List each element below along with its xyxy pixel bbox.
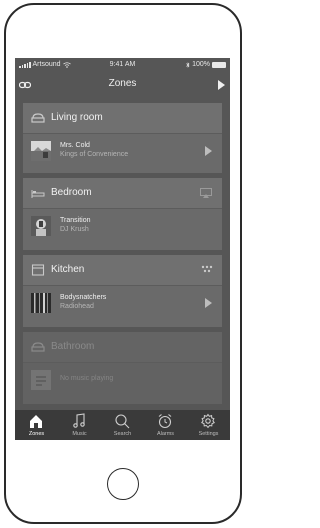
battery-icon	[212, 61, 226, 68]
battery-percent: 100%	[192, 61, 210, 68]
zone-name: Bedroom	[51, 187, 92, 198]
status-bar: Artsound 9:41 AM 100%	[15, 58, 230, 73]
tab-bar: Zones Music Search Alarms Settings	[15, 410, 230, 440]
search-icon	[115, 414, 130, 429]
zone-card-bedroom[interactable]: Bedroom Transition DJ Krush	[23, 178, 222, 250]
tab-label: Search	[113, 431, 132, 437]
airplay-icon[interactable]	[200, 188, 212, 198]
track-title: Transition	[60, 217, 91, 224]
couch-icon	[31, 113, 45, 123]
track-artist: Radiohead	[60, 303, 94, 310]
tab-alarms[interactable]: Alarms	[144, 410, 187, 440]
zone-name: Kitchen	[51, 264, 85, 275]
gear-icon	[201, 413, 215, 429]
album-art	[31, 293, 51, 313]
home-button[interactable]	[107, 468, 139, 500]
zone-name: Living room	[51, 112, 103, 123]
app-screen: Artsound 9:41 AM 100% Zones Living room …	[15, 58, 230, 440]
no-music-icon	[31, 370, 51, 390]
group-icon[interactable]	[201, 265, 213, 273]
tab-zones[interactable]: Zones	[15, 410, 58, 440]
home-icon	[30, 415, 42, 428]
bluetooth-icon	[186, 61, 190, 68]
tab-label: Zones	[28, 431, 45, 437]
bed-icon	[31, 190, 45, 198]
kitchen-icon	[31, 264, 45, 276]
track-artist: Kings of Convenience	[60, 151, 129, 158]
tab-music[interactable]: Music	[58, 410, 101, 440]
zone-card-living-room[interactable]: Living room Mrs. Cold Kings of Convenien…	[23, 103, 222, 173]
album-art	[31, 141, 51, 161]
tab-label: Settings	[198, 431, 219, 437]
battery-info: 100%	[186, 61, 226, 68]
track-title: Mrs. Cold	[60, 142, 90, 149]
divider	[23, 285, 222, 286]
tab-settings[interactable]: Settings	[187, 410, 230, 440]
track-title: Bodysnatchers	[60, 294, 107, 301]
tab-label: Music	[72, 431, 87, 437]
nav-bar: Zones	[15, 73, 230, 97]
play-icon[interactable]	[205, 146, 212, 156]
tab-label: Alarms	[156, 431, 175, 437]
album-art	[31, 216, 51, 236]
no-music-label: No music playing	[60, 375, 114, 382]
zone-card-kitchen[interactable]: Kitchen Bodysnatchers Radiohead	[23, 255, 222, 327]
bathroom-icon	[31, 342, 45, 352]
music-note-icon	[73, 413, 85, 428]
track-artist: DJ Krush	[60, 226, 89, 233]
divider	[23, 133, 222, 134]
divider	[23, 362, 222, 363]
play-icon[interactable]	[218, 80, 225, 90]
divider	[23, 208, 222, 209]
play-icon[interactable]	[205, 298, 212, 308]
page-title: Zones	[108, 78, 137, 89]
zone-card-bathroom[interactable]: Bathroom No music playing	[23, 332, 222, 404]
alarm-clock-icon	[158, 414, 172, 429]
tab-search[interactable]: Search	[101, 410, 144, 440]
zone-name: Bathroom	[51, 341, 95, 352]
